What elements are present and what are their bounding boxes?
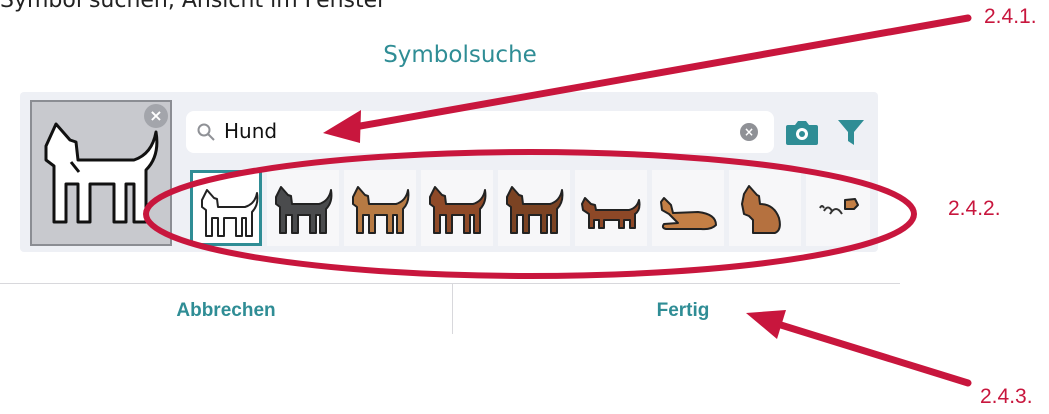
callout-2-4-1: 2.4.1. — [984, 5, 1037, 28]
annotation-overlay — [143, 14, 972, 387]
callout-2-4-2: 2.4.2. — [948, 197, 1001, 220]
callout-2-4-3: 2.4.3. — [980, 385, 1033, 408]
